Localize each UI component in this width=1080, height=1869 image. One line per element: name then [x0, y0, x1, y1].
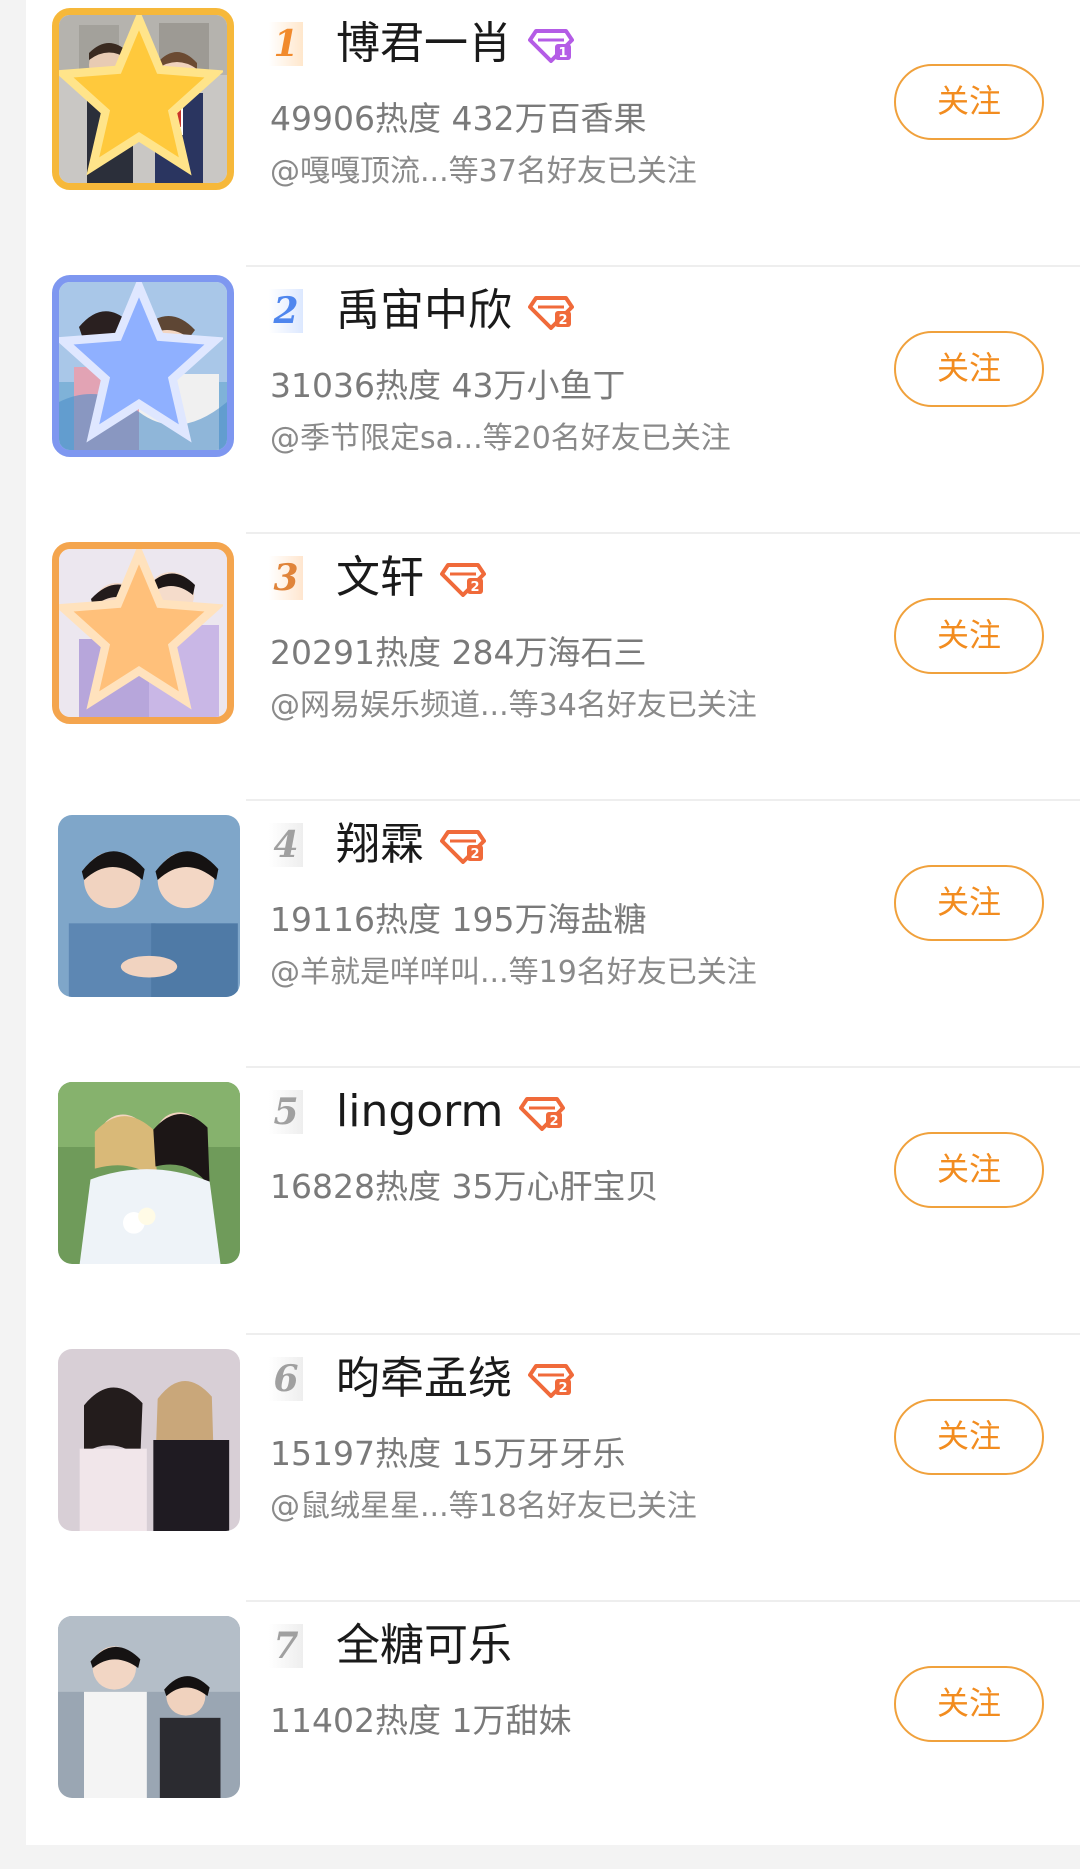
heat-stats: 16828热度 35万心肝宝贝: [270, 1167, 659, 1206]
name-row: 翔霖 2: [336, 815, 486, 875]
topic-name[interactable]: 博君一肖: [336, 14, 512, 74]
svg-text:2: 2: [558, 313, 567, 328]
list-item[interactable]: 4 翔霖 2 19116热度 195万海盐糖 @羊就是咩咩叫...等19名好友已…: [26, 801, 1080, 1068]
list-item[interactable]: 7 全糖可乐 11402热度 1万甜妹 关注: [26, 1602, 1080, 1869]
ranking-list: 来日方长 1 博君一肖 1 49906热度 432万百香果 @嘎嘎顶流...等3…: [26, 0, 1080, 1845]
rank-number: 2: [269, 289, 303, 333]
follow-button[interactable]: 关注: [894, 1399, 1044, 1475]
follow-button[interactable]: 关注: [894, 598, 1044, 674]
name-row: 昀牵孟绕 2: [336, 1349, 574, 1409]
list-item[interactable]: 5 lingorm 2 16828热度 35万心肝宝贝 关注: [26, 1068, 1080, 1335]
topic-name[interactable]: 禹宙中欣: [336, 281, 512, 341]
follow-button[interactable]: 关注: [894, 1132, 1044, 1208]
rank-number: 1: [269, 22, 303, 66]
heat-stats: 11402热度 1万甜妹: [270, 1701, 572, 1740]
star-badge-icon: [59, 282, 223, 443]
friends-following[interactable]: @鼠绒星星...等18名好友已关注: [270, 1487, 697, 1527]
svg-text:2: 2: [470, 580, 479, 595]
diamond-level-2-icon: 2: [440, 830, 486, 864]
name-row: lingorm 2: [336, 1082, 566, 1142]
avatar[interactable]: [58, 1616, 240, 1798]
follow-button[interactable]: 关注: [894, 64, 1044, 140]
avatar[interactable]: [52, 275, 234, 457]
svg-text:2: 2: [550, 1114, 559, 1129]
topic-name[interactable]: lingorm: [336, 1082, 503, 1142]
star-badge-icon: [59, 15, 223, 176]
topic-name[interactable]: 文轩: [336, 548, 424, 608]
friends-following[interactable]: @季节限定sa...等20名好友已关注: [270, 419, 731, 459]
rank-number: 7: [269, 1624, 303, 1668]
heat-stats: 15197热度 15万牙牙乐: [270, 1434, 626, 1473]
topic-name[interactable]: 翔霖: [336, 815, 424, 875]
diamond-level-2-icon: 2: [528, 1364, 574, 1398]
svg-text:1: 1: [558, 46, 567, 61]
name-row: 全糖可乐: [336, 1616, 512, 1676]
list-item[interactable]: 3 文轩 2 20291热度 284万海石三 @网易娱乐频道...等34名好友已…: [26, 534, 1080, 801]
svg-text:2: 2: [558, 1381, 567, 1396]
svg-text:2: 2: [470, 847, 479, 862]
friends-following[interactable]: @嘎嘎顶流...等37名好友已关注: [270, 152, 697, 192]
topic-name[interactable]: 全糖可乐: [336, 1616, 512, 1676]
avatar[interactable]: 来日方长: [52, 8, 234, 190]
list-item[interactable]: 6 昀牵孟绕 2 15197热度 15万牙牙乐 @鼠绒星星...等18名好友已关…: [26, 1335, 1080, 1602]
rank-number: 3: [269, 556, 303, 600]
follow-button[interactable]: 关注: [894, 331, 1044, 407]
rank-number: 6: [269, 1357, 303, 1401]
name-row: 禹宙中欣 2: [336, 281, 574, 341]
heat-stats: 20291热度 284万海石三: [270, 633, 647, 672]
follow-button[interactable]: 关注: [894, 865, 1044, 941]
diamond-level-1-icon: 1: [528, 29, 574, 63]
star-badge-icon: [59, 549, 223, 710]
diamond-level-2-icon: 2: [440, 563, 486, 597]
heat-stats: 49906热度 432万百香果: [270, 99, 647, 138]
list-item[interactable]: 2 禹宙中欣 2 31036热度 43万小鱼丁 @季节限定sa...等20名好友…: [26, 267, 1080, 534]
friends-following[interactable]: @羊就是咩咩叫...等19名好友已关注: [270, 953, 757, 993]
list-item[interactable]: 来日方长 1 博君一肖 1 49906热度 432万百香果 @嘎嘎顶流...等3…: [26, 0, 1080, 267]
heat-stats: 31036热度 43万小鱼丁: [270, 366, 626, 405]
diamond-level-2-icon: 2: [528, 296, 574, 330]
name-row: 博君一肖 1: [336, 14, 574, 74]
topic-name[interactable]: 昀牵孟绕: [336, 1349, 512, 1409]
friends-following[interactable]: @网易娱乐频道...等34名好友已关注: [270, 686, 757, 726]
avatar[interactable]: [58, 1349, 240, 1531]
avatar[interactable]: [58, 815, 240, 997]
name-row: 文轩 2: [336, 548, 486, 608]
diamond-level-2-icon: 2: [519, 1097, 566, 1131]
heat-stats: 19116热度 195万海盐糖: [270, 900, 647, 939]
avatar[interactable]: [58, 1082, 240, 1264]
rank-number: 5: [269, 1090, 303, 1134]
avatar[interactable]: [52, 542, 234, 724]
follow-button[interactable]: 关注: [894, 1666, 1044, 1742]
rank-number: 4: [269, 823, 303, 867]
